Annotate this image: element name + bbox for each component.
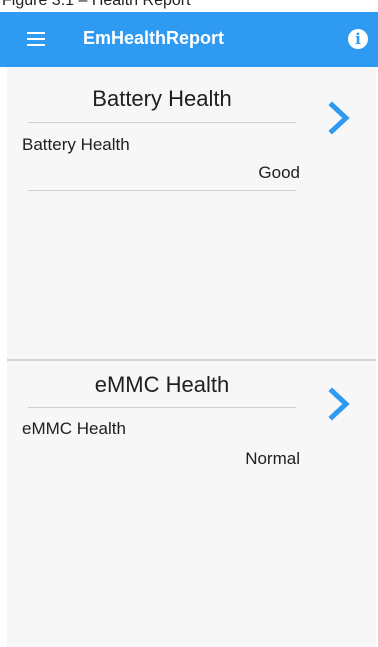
chevron-right-icon[interactable] [325,387,355,421]
info-icon[interactable]: i [348,29,368,49]
card-title: eMMC Health [94,372,230,397]
status-bar-text: Figure 3.1 – Health Report [2,0,191,9]
battery-health-card[interactable]: Battery Health Battery Health Good [7,67,376,359]
status-bar: Figure 3.1 – Health Report [0,0,378,12]
title-divider [28,122,296,123]
emmc-health-card[interactable]: eMMC Health eMMC Health Normal [7,361,376,647]
chevron-right-icon[interactable] [325,101,355,135]
item-label: eMMC Health [22,419,126,438]
item-divider [28,190,296,191]
title-divider [28,407,296,408]
content-area: Battery Health Battery Health Good eMMC … [7,67,376,647]
item-value: Good [258,163,300,182]
card-title: Battery Health [92,86,232,111]
hamburger-menu-icon[interactable] [27,32,45,46]
app-bar: EmHealthReport i [0,12,378,67]
item-label: Battery Health [22,135,130,154]
item-value: Normal [245,449,300,468]
app-title: EmHealthReport [83,28,225,48]
